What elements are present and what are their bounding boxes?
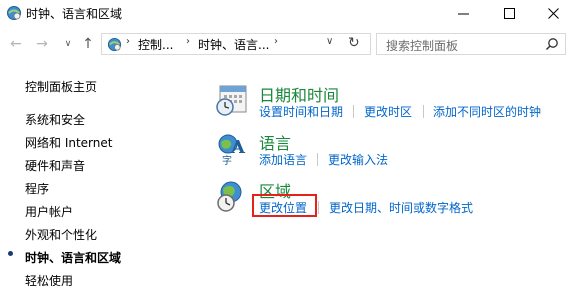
link-divider xyxy=(318,201,319,214)
back-arrow-icon: ← xyxy=(10,36,22,52)
breadcrumb-separator-icon: › xyxy=(126,36,130,47)
chevron-down-icon: ∨ xyxy=(64,39,72,49)
forward-button[interactable]: → xyxy=(32,34,52,54)
sidebar-item-network[interactable]: 网络和 Internet xyxy=(25,134,112,151)
sidebar-item-system-security[interactable]: 系统和安全 xyxy=(25,111,85,128)
breadcrumb-item[interactable]: 时钟、语言... xyxy=(198,36,269,53)
link-change-input-method[interactable]: 更改输入法 xyxy=(328,151,388,168)
close-button[interactable] xyxy=(530,0,575,26)
search-icon xyxy=(545,38,558,51)
sidebar-item-programs[interactable]: 程序 xyxy=(25,180,49,197)
link-change-date-time-number-format[interactable]: 更改日期、时间或数字格式 xyxy=(329,199,473,216)
close-icon xyxy=(547,7,559,19)
title-bar: 时钟、语言和区域 xyxy=(0,0,575,26)
recent-locations-button[interactable]: ∨ xyxy=(58,34,78,54)
sidebar: 控制面板主页 系统和安全 网络和 Internet 硬件和声音 程序 用户帐户 … xyxy=(0,70,200,286)
maximize-icon xyxy=(503,7,515,19)
window-title: 时钟、语言和区域 xyxy=(26,7,123,21)
maximize-button[interactable] xyxy=(486,0,532,26)
control-panel-icon xyxy=(7,6,21,20)
globe-clock-icon[interactable] xyxy=(214,178,250,214)
calendar-clock-icon[interactable] xyxy=(214,82,250,118)
breadcrumb-item[interactable]: 控制... xyxy=(138,36,173,53)
up-arrow-icon: ↑ xyxy=(82,36,94,52)
sidebar-item-ease-of-access[interactable]: 轻松使用 xyxy=(25,272,73,286)
sidebar-item-home[interactable]: 控制面板主页 xyxy=(25,78,97,95)
highlight-box xyxy=(252,194,317,217)
navigation-bar: ← → ∨ ↑ › 控制... › 时钟、语言... › ∨ ↻ 搜索控制面板 xyxy=(0,30,575,58)
link-divider xyxy=(353,105,354,118)
link-divider xyxy=(317,153,318,166)
sidebar-item-appearance[interactable]: 外观和个性化 xyxy=(25,226,97,243)
address-dropdown-icon[interactable]: ∨ xyxy=(326,36,333,47)
sidebar-item-clock-language-region[interactable]: 时钟、语言和区域 xyxy=(25,249,121,266)
address-bar[interactable]: › 控制... › 时钟、语言... › ∨ ↻ xyxy=(101,33,371,55)
up-button[interactable]: ↑ xyxy=(78,34,98,54)
link-change-timezone[interactable]: 更改时区 xyxy=(364,103,412,120)
svg-text:A: A xyxy=(230,137,246,158)
forward-arrow-icon: → xyxy=(36,36,48,52)
control-panel-icon xyxy=(107,37,122,52)
refresh-icon[interactable]: ↻ xyxy=(348,35,360,51)
minimize-button[interactable] xyxy=(440,0,486,26)
back-button[interactable]: ← xyxy=(6,34,26,54)
link-divider xyxy=(423,105,424,118)
language-icon[interactable]: A 字 xyxy=(214,130,250,166)
active-indicator-icon xyxy=(8,251,13,256)
search-input[interactable]: 搜索控制面板 xyxy=(376,33,566,55)
breadcrumb-separator-icon: › xyxy=(274,36,278,47)
link-add-language[interactable]: 添加语言 xyxy=(259,151,307,168)
search-placeholder: 搜索控制面板 xyxy=(386,39,459,53)
svg-text:字: 字 xyxy=(222,154,232,166)
link-add-clocks[interactable]: 添加不同时区的时钟 xyxy=(433,103,541,120)
sidebar-item-user-accounts[interactable]: 用户帐户 xyxy=(25,203,73,220)
link-set-time-date[interactable]: 设置时间和日期 xyxy=(259,103,343,120)
minimize-icon xyxy=(457,13,469,14)
breadcrumb-separator-icon: › xyxy=(186,36,190,47)
sidebar-item-hardware-sound[interactable]: 硬件和声音 xyxy=(25,157,85,174)
